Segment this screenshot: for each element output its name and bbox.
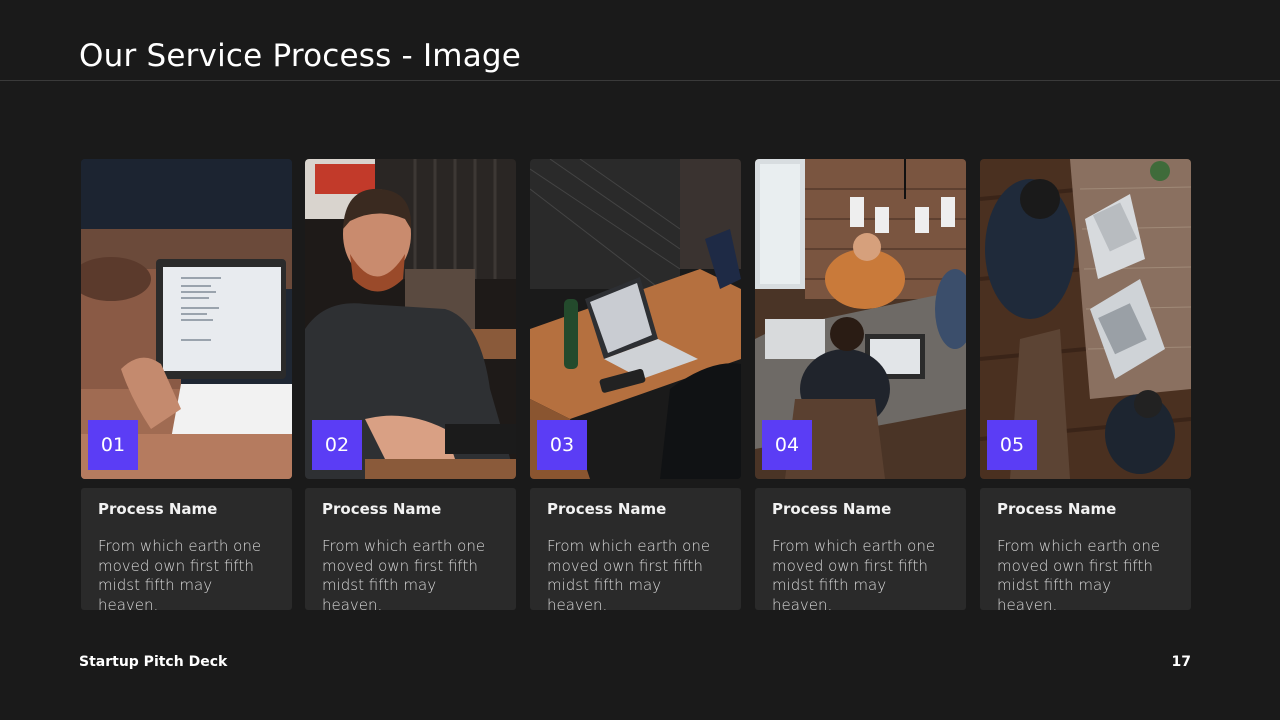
process-info-panel: Process Name From which earth one moved …	[305, 488, 516, 614]
process-card-1[interactable]: 01 Process Name From which earth one mov…	[81, 159, 292, 614]
step-number-badge: 02	[312, 420, 362, 470]
process-cards: 01 Process Name From which earth one mov…	[81, 159, 1192, 614]
process-name: Process Name	[98, 500, 218, 518]
process-description: From which earth one moved own first fif…	[547, 537, 711, 614]
slide-title: Our Service Process - Image	[79, 38, 522, 74]
process-info-panel: Process Name From which earth one moved …	[980, 488, 1191, 614]
process-card-2[interactable]: 02 Process Name From which earth one mov…	[305, 159, 516, 614]
process-name: Process Name	[997, 500, 1117, 518]
step-number-badge: 05	[987, 420, 1037, 470]
process-description: From which earth one moved own first fif…	[98, 537, 262, 614]
step-number-badge: 01	[88, 420, 138, 470]
process-info-panel: Process Name From which earth one moved …	[755, 488, 966, 614]
process-card-4[interactable]: 04 Process Name From which earth one mov…	[755, 159, 966, 614]
process-name: Process Name	[547, 500, 667, 518]
step-number-badge: 03	[537, 420, 587, 470]
process-info-panel: Process Name From which earth one moved …	[530, 488, 741, 614]
title-divider	[0, 80, 1280, 81]
process-card-3[interactable]: 03 Process Name From which earth one mov…	[530, 159, 741, 614]
process-description: From which earth one moved own first fif…	[772, 537, 936, 614]
process-card-5[interactable]: 05 Process Name From which earth one mov…	[980, 159, 1191, 614]
process-name: Process Name	[772, 500, 892, 518]
process-description: From which earth one moved own first fif…	[322, 537, 486, 614]
process-info-panel: Process Name From which earth one moved …	[81, 488, 292, 614]
page-number: 17	[1171, 654, 1191, 670]
step-number-badge: 04	[762, 420, 812, 470]
deck-name: Startup Pitch Deck	[79, 654, 228, 670]
process-name: Process Name	[322, 500, 442, 518]
process-description: From which earth one moved own first fif…	[997, 537, 1161, 614]
